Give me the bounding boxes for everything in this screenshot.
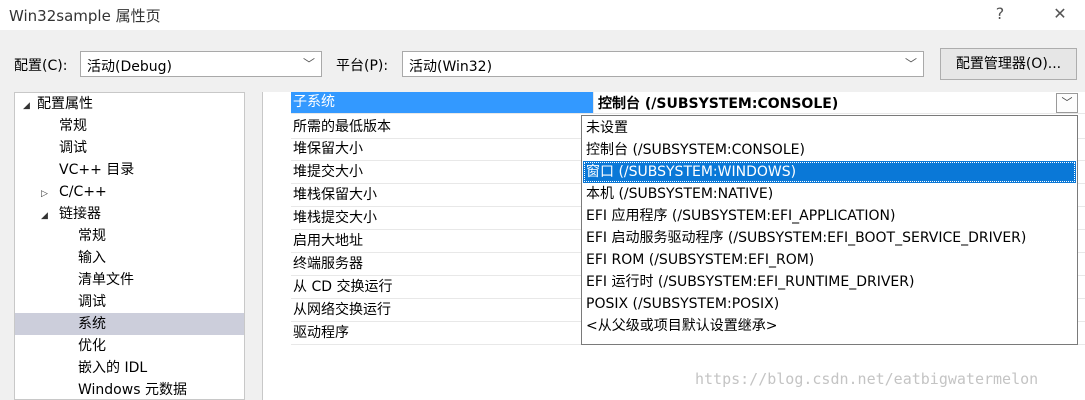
dropdown-option[interactable]: EFI 应用程序 (/SUBSYSTEM:EFI_APPLICATION) (583, 205, 1076, 227)
subsystem-dropdown-button[interactable]: ﹀ (1056, 93, 1078, 113)
tree-item-linker-debugging[interactable]: 调试 (78, 291, 106, 313)
property-tree: ◢ 配置属性 常规 调试 VC++ 目录 ▷ C/C++ ◢ 链接器 常规 输入 清单… (14, 92, 245, 400)
tree-selection-highlight (15, 313, 244, 335)
property-name: 驱动程序 (293, 325, 349, 341)
tree-item-linker-windows-metadata[interactable]: Windows 元数据 (78, 379, 187, 399)
dropdown-option[interactable]: 本机 (/SUBSYSTEM:NATIVE) (583, 183, 1076, 205)
tree-item-linker-embedded-idl[interactable]: 嵌入的 IDL (78, 357, 147, 379)
watermark-url: https://blog.csdn.net/eatbigwatermelon (695, 370, 1039, 388)
dropdown-option[interactable]: 未设置 (583, 117, 1076, 139)
window-title: Win32sample 属性页 (9, 7, 161, 25)
tree-item-linker-input[interactable]: 输入 (78, 247, 106, 269)
tree-item-label: 输入 (78, 250, 106, 266)
tree-item-label: 常规 (59, 118, 87, 134)
title-bar: Win32sample 属性页 ? ✕ (0, 0, 1085, 30)
property-name: 启用大地址 (293, 233, 363, 249)
tree-item-label: 清单文件 (78, 272, 134, 288)
tree-item-linker-manifest[interactable]: 清单文件 (78, 269, 134, 291)
config-manager-button[interactable]: 配置管理器(O)... (940, 48, 1077, 80)
config-label: 配置(C): (14, 58, 68, 74)
tree-item-general[interactable]: 常规 (59, 115, 87, 137)
tree-item-linker-optimization[interactable]: 优化 (78, 335, 106, 357)
dropdown-option-highlighted[interactable]: 窗口 (/SUBSYSTEM:WINDOWS) (583, 161, 1076, 183)
property-name: 从 CD 交换运行 (293, 279, 393, 295)
tree-item-label: VC++ 目录 (59, 162, 135, 178)
tree-item-label: 系统 (78, 316, 106, 332)
tree-item-label: 调试 (59, 140, 87, 156)
tree-item-vc-directories[interactable]: VC++ 目录 (59, 159, 134, 181)
tree-item-linker-system[interactable]: 系统 (78, 313, 106, 335)
chevron-down-icon: ﹀ (904, 57, 917, 71)
tree-item-label: 常规 (78, 228, 106, 244)
dropdown-option[interactable]: EFI 运行时 (/SUBSYSTEM:EFI_RUNTIME_DRIVER) (583, 271, 1076, 293)
property-name: 堆栈保留大小 (293, 187, 377, 203)
property-name: 从网络交换运行 (293, 302, 391, 318)
chevron-down-icon: ﹀ (1061, 96, 1073, 109)
platform-select-value: 活动(Win32) (409, 59, 493, 75)
collapsed-triangle-icon[interactable]: ▷ (41, 183, 59, 205)
tree-item-linker[interactable]: ◢ 链接器 (41, 203, 101, 225)
platform-select[interactable]: 活动(Win32) ﹀ (402, 51, 924, 77)
tree-item-label: Windows 元数据 (78, 382, 187, 398)
property-value: 控制台 (/SUBSYSTEM:CONSOLE) (598, 96, 839, 112)
expanded-triangle-icon[interactable]: ◢ (41, 205, 59, 227)
tree-item-label: 嵌入的 IDL (78, 360, 148, 376)
dropdown-option[interactable]: POSIX (/SUBSYSTEM:POSIX) (583, 293, 1076, 315)
tree-item-c-cpp[interactable]: ▷ C/C++ (41, 181, 107, 203)
dropdown-option[interactable]: 控制台 (/SUBSYSTEM:CONSOLE) (583, 139, 1076, 161)
config-select-value: 活动(Debug) (87, 59, 172, 75)
config-select[interactable]: 活动(Debug) ﹀ (80, 51, 322, 77)
property-name: 终端服务器 (293, 256, 363, 272)
property-name: 堆保留大小 (293, 141, 363, 157)
tree-item-config-properties[interactable]: ◢ 配置属性 (23, 93, 93, 115)
expanded-triangle-icon[interactable]: ◢ (23, 95, 37, 117)
tree-item-debugging[interactable]: 调试 (59, 137, 87, 159)
tree-item-label: 调试 (78, 294, 106, 310)
subsystem-dropdown-list: 未设置 控制台 (/SUBSYSTEM:CONSOLE) 窗口 (/SUBSYS… (581, 115, 1078, 345)
dropdown-option[interactable]: <从父级或项目默认设置继承> (583, 315, 1076, 337)
tree-item-linker-general[interactable]: 常规 (78, 225, 106, 247)
property-row-subsystem[interactable]: 子系统 控制台 (/SUBSYSTEM:CONSOLE) (291, 92, 1085, 114)
property-value-field[interactable]: 控制台 (/SUBSYSTEM:CONSOLE) (593, 92, 1085, 113)
property-name: 所需的最低版本 (293, 119, 391, 135)
property-name: 堆栈提交大小 (293, 210, 377, 226)
tree-item-label: 链接器 (59, 206, 101, 222)
property-name: 堆提交大小 (293, 164, 363, 180)
tree-item-label: 配置属性 (37, 96, 93, 112)
help-button[interactable]: ? (987, 2, 1013, 26)
tree-item-label: C/C++ (59, 184, 107, 200)
property-name: 子系统 (291, 92, 593, 113)
close-button[interactable]: ✕ (1047, 2, 1073, 26)
dropdown-option[interactable]: EFI ROM (/SUBSYSTEM:EFI_ROM) (583, 249, 1076, 271)
platform-label: 平台(P): (336, 58, 389, 74)
chevron-down-icon: ﹀ (302, 57, 315, 71)
dropdown-option[interactable]: EFI 启动服务驱动程序 (/SUBSYSTEM:EFI_BOOT_SERVIC… (583, 227, 1076, 249)
tree-item-label: 优化 (78, 338, 106, 354)
